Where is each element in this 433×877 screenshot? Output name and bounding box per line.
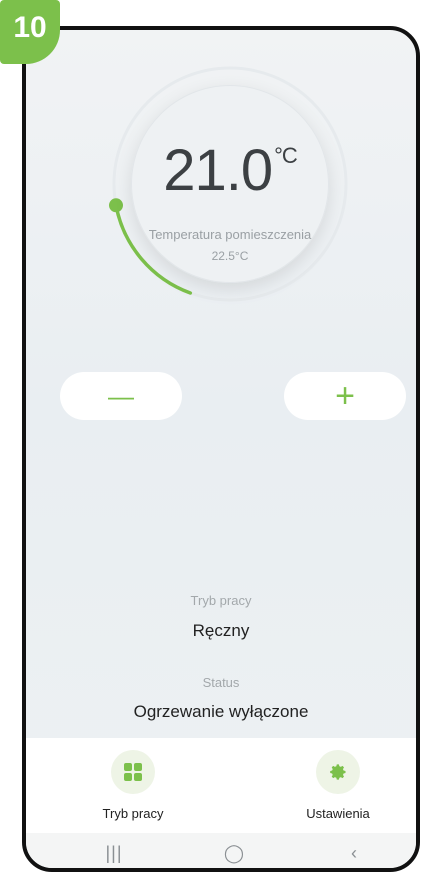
status-label: Status <box>202 675 240 690</box>
room-temperature-label: Temperatura pomieszczenia <box>148 227 312 242</box>
back-icon[interactable]: ‹ <box>334 843 374 864</box>
decrease-temperature-button[interactable]: — <box>60 372 182 420</box>
increase-temperature-button[interactable]: + <box>284 372 406 420</box>
system-navigation-bar: ||| ◯ ‹ <box>26 833 416 868</box>
room-temperature-value: 22.5°C <box>211 249 249 263</box>
mode-value: Ręczny <box>192 621 250 640</box>
home-icon[interactable]: ◯ <box>214 843 254 864</box>
nav-item-mode[interactable]: Tryb pracy <box>73 750 193 821</box>
nav-label-settings: Ustawienia <box>306 806 370 821</box>
recent-apps-icon[interactable]: ||| <box>94 843 134 864</box>
temperature-dial[interactable]: 21.0°C Temperatura pomieszczenia 22.5°C <box>105 59 355 309</box>
temperature-unit: °C <box>274 143 298 168</box>
bottom-navigation: Tryb pracy Ustawienia <box>26 738 416 833</box>
nav-item-settings[interactable]: Ustawienia <box>278 750 398 821</box>
minus-icon: — <box>108 380 134 411</box>
set-temperature: 21.0°C <box>105 137 355 204</box>
plus-icon: + <box>335 376 355 415</box>
gear-icon <box>316 750 360 794</box>
grid-icon <box>111 750 155 794</box>
nav-label-mode: Tryb pracy <box>102 806 164 821</box>
phone-screen: 21.0°C Temperatura pomieszczenia 22.5°C … <box>22 26 420 872</box>
status-value: Ogrzewanie wyłączone <box>133 702 309 721</box>
mode-label: Tryb pracy <box>190 593 252 608</box>
set-temperature-value: 21.0 <box>163 138 273 203</box>
